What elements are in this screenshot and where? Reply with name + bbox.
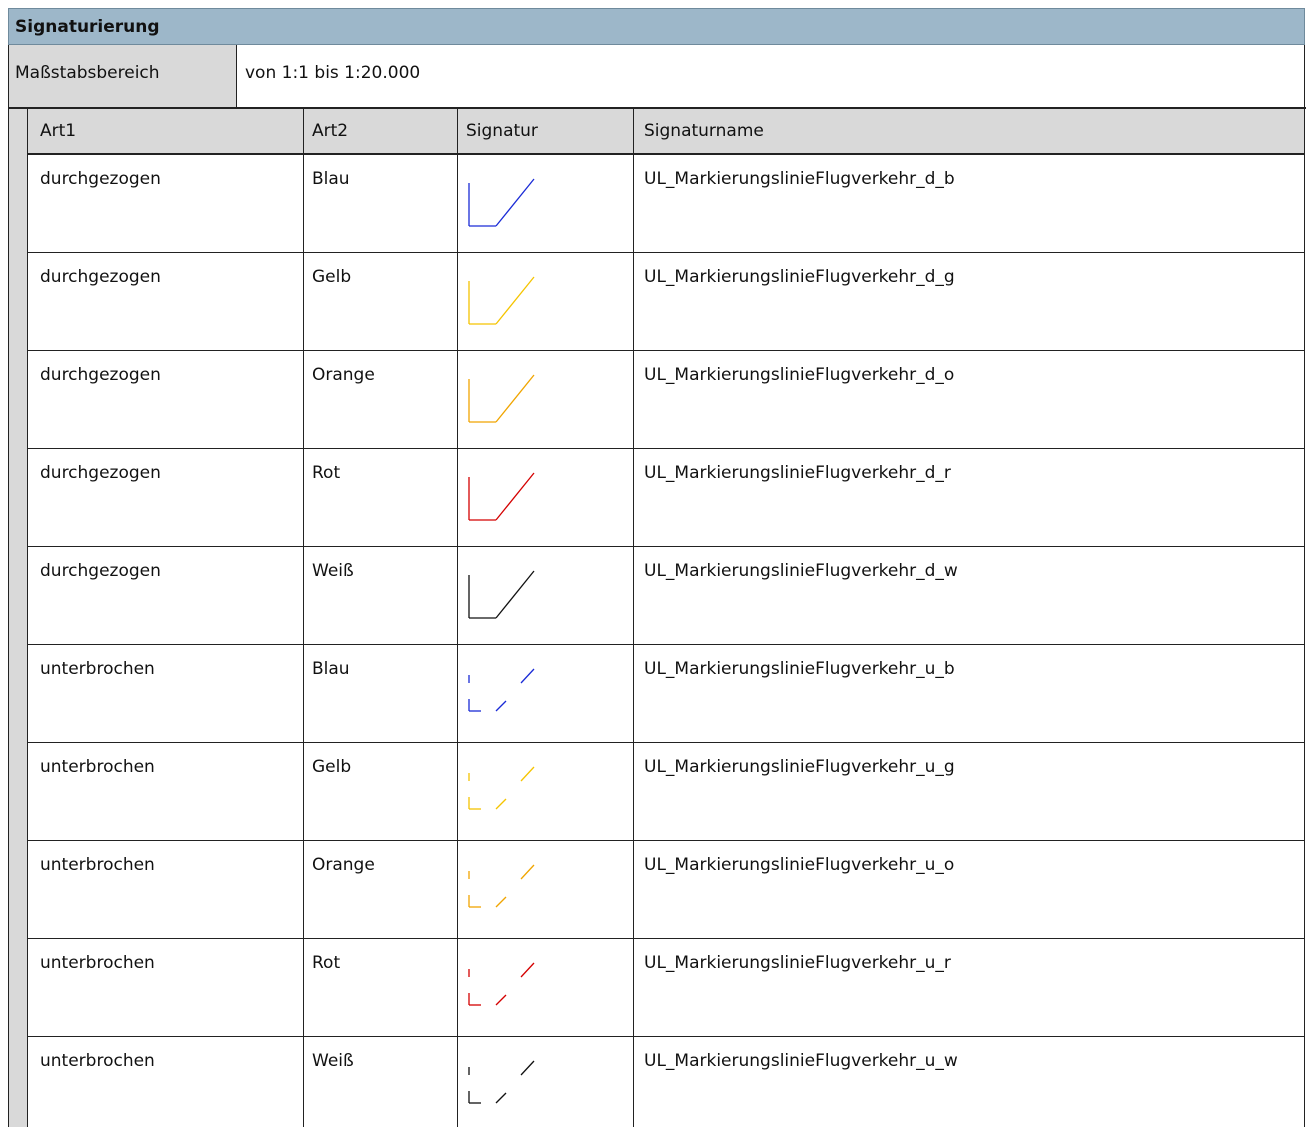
cell-signaturname: UL_MarkierungslinieFlugverkehr_u_b: [644, 659, 955, 679]
cell-signaturname: UL_MarkierungslinieFlugverkehr_d_b: [644, 169, 955, 189]
column-divider: [303, 109, 304, 1127]
table-row: unterbrochen Gelb UL_MarkierungslinieFlugv…: [8, 743, 1305, 841]
cell-art2: Blau: [312, 659, 350, 679]
signature-symbol: [468, 276, 535, 325]
signature-symbol: [468, 570, 535, 619]
column-divider: [457, 109, 458, 1127]
cell-art1: durchgezogen: [40, 365, 161, 385]
scale-label: Maßstabsbereich: [9, 45, 237, 107]
cell-art1: unterbrochen: [40, 757, 155, 777]
column-header-signaturname: Signaturname: [644, 121, 764, 141]
cell-signaturname: UL_MarkierungslinieFlugverkehr_d_o: [644, 365, 955, 385]
cell-art1: unterbrochen: [40, 953, 155, 973]
table-row: durchgezogen Rot UL_MarkierungslinieFlugve…: [8, 449, 1305, 547]
cell-art1: unterbrochen: [40, 659, 155, 679]
cell-signaturname: UL_MarkierungslinieFlugverkehr_d_g: [644, 267, 955, 287]
cell-art2: Gelb: [312, 757, 352, 777]
scale-row: Maßstabsbereich von 1:1 bis 1:20.000: [8, 45, 1306, 109]
signature-symbol: [468, 374, 535, 423]
cell-signaturname: UL_MarkierungslinieFlugverkehr_u_r: [644, 953, 951, 973]
cell-signaturname: UL_MarkierungslinieFlugverkehr_u_g: [644, 757, 955, 777]
table-row: durchgezogen Orange UL_MarkierungslinieFlu…: [8, 351, 1305, 449]
section-title: Signaturierung: [8, 8, 1305, 45]
column-header-signatur: Signatur: [466, 121, 538, 141]
cell-art1: durchgezogen: [40, 267, 161, 287]
signature-table: Art1 Art2 Signatur Signaturname durchgez…: [8, 109, 1305, 1127]
cell-art2: Weiß: [312, 1051, 354, 1071]
cell-art2: Gelb: [312, 267, 352, 287]
cell-art2: Weiß: [312, 561, 354, 581]
cell-signaturname: UL_MarkierungslinieFlugverkehr_u_w: [644, 1051, 958, 1071]
table-border-left: [8, 109, 9, 1127]
cell-art1: durchgezogen: [40, 561, 161, 581]
table-header: Art1 Art2 Signatur Signaturname: [8, 109, 1305, 155]
table-border-right: [1304, 109, 1305, 1127]
signature-symbol: [468, 178, 535, 227]
column-divider: [633, 109, 634, 1127]
row-gutter: [8, 109, 28, 1127]
signature-symbol: [468, 668, 535, 712]
cell-art2: Rot: [312, 953, 341, 973]
column-header-art1: Art1: [40, 121, 77, 141]
signature-symbol: [468, 864, 535, 908]
cell-art1: durchgezogen: [40, 463, 161, 483]
table-row: unterbrochen Orange UL_MarkierungslinieFlu…: [8, 841, 1305, 939]
table-row: unterbrochen Blau UL_MarkierungslinieFlugv…: [8, 645, 1305, 743]
signature-symbol: [468, 472, 535, 521]
signature-sheet: Signaturierung Maßstabsbereich von 1:1 b…: [8, 8, 1306, 1137]
signature-symbol: [468, 1060, 535, 1104]
table-row: unterbrochen Weiß UL_MarkierungslinieFlugv…: [8, 1037, 1305, 1127]
cell-signaturname: UL_MarkierungslinieFlugverkehr_d_r: [644, 463, 951, 483]
table-row: durchgezogen Gelb UL_MarkierungslinieFlugv…: [8, 253, 1305, 351]
cell-art2: Blau: [312, 169, 350, 189]
signature-symbol: [468, 962, 535, 1006]
cell-art2: Orange: [312, 855, 375, 875]
table-row: durchgezogen Blau UL_MarkierungslinieFlugv…: [8, 155, 1305, 253]
scale-value: von 1:1 bis 1:20.000: [245, 63, 421, 83]
cell-art1: durchgezogen: [40, 169, 161, 189]
table-row: durchgezogen Weiß UL_MarkierungslinieFlugv…: [8, 547, 1305, 645]
cell-art1: unterbrochen: [40, 1051, 155, 1071]
cell-signaturname: UL_MarkierungslinieFlugverkehr_d_w: [644, 561, 958, 581]
cell-art1: unterbrochen: [40, 855, 155, 875]
cell-signaturname: UL_MarkierungslinieFlugverkehr_u_o: [644, 855, 955, 875]
column-header-art2: Art2: [312, 121, 349, 141]
table-row: unterbrochen Rot UL_MarkierungslinieFlugve…: [8, 939, 1305, 1037]
cell-art2: Orange: [312, 365, 375, 385]
cell-art2: Rot: [312, 463, 341, 483]
signature-symbol: [468, 766, 535, 810]
